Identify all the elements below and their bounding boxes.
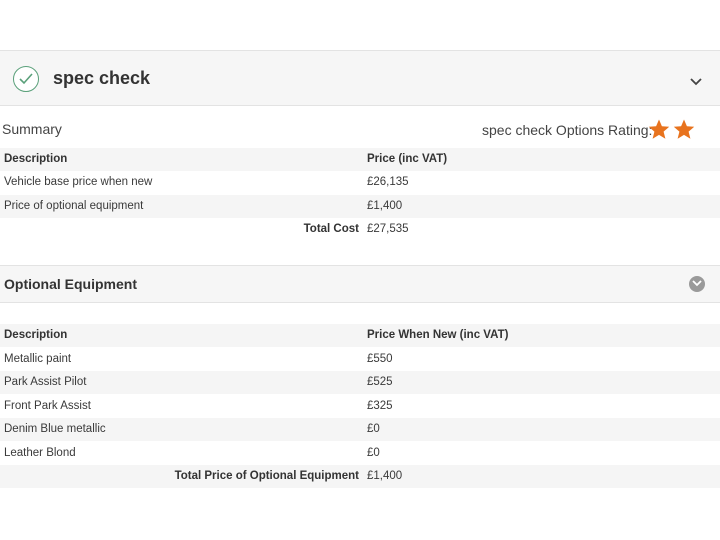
row-description: Leather Blond [4,447,76,459]
column-header: Price (inc VAT) [367,153,448,165]
total-cost-value: £27,535 [367,223,409,235]
options-rating-label: spec check Options Rating: [482,122,653,138]
rating-star-icon [648,119,670,139]
table-row: Denim Blue metallic £0 [0,418,720,441]
total-optional-row: Total Price of Optional Equipment £1,400 [0,465,720,488]
row-description: Park Assist Pilot [4,376,87,388]
table-row: Vehicle base price when new £26,135 [0,171,720,194]
row-price: £550 [367,353,393,365]
total-optional-value: £1,400 [367,470,403,482]
chevron-down-icon[interactable] [690,73,702,91]
row-price: £0 [367,447,380,459]
summary-heading: Summary [2,121,62,137]
column-header: Description [4,153,68,165]
row-description: Metallic paint [4,353,72,365]
table-row: Price of optional equipment £1,400 [0,195,720,218]
row-description: Vehicle base price when new [4,176,153,188]
chevron-circle-down-icon[interactable] [689,276,705,292]
total-cost-label: Total Cost [303,223,359,235]
table-row: Park Assist Pilot £525 [0,371,720,394]
total-cost-row: Total Cost £27,535 [0,218,720,241]
rating-star-icon [673,119,695,139]
row-description: Price of optional equipment [4,200,144,212]
row-price: £0 [367,423,380,435]
row-price: £525 [367,376,393,388]
row-price: £325 [367,400,393,412]
table-row: Leather Blond £0 [0,442,720,465]
row-description: Denim Blue metallic [4,423,106,435]
total-optional-label: Total Price of Optional Equipment [174,470,359,482]
spec-check-header[interactable]: spec check [0,50,720,106]
table-row: Front Park Assist £325 [0,395,720,418]
row-description: Front Park Assist [4,400,91,412]
column-header: Price When New (inc VAT) [367,329,509,341]
row-price: £26,135 [367,176,409,188]
optional-table-header: Description Price When New (inc VAT) [0,324,720,347]
optional-equipment-title: Optional Equipment [4,276,137,292]
optional-equipment-header[interactable]: Optional Equipment [0,265,720,303]
check-circle-icon [13,66,39,92]
table-row: Metallic paint £550 [0,348,720,371]
spec-check-title: spec check [53,68,151,88]
row-price: £1,400 [367,200,403,212]
summary-table-header: Description Price (inc VAT) [0,148,720,171]
column-header: Description [4,329,68,341]
